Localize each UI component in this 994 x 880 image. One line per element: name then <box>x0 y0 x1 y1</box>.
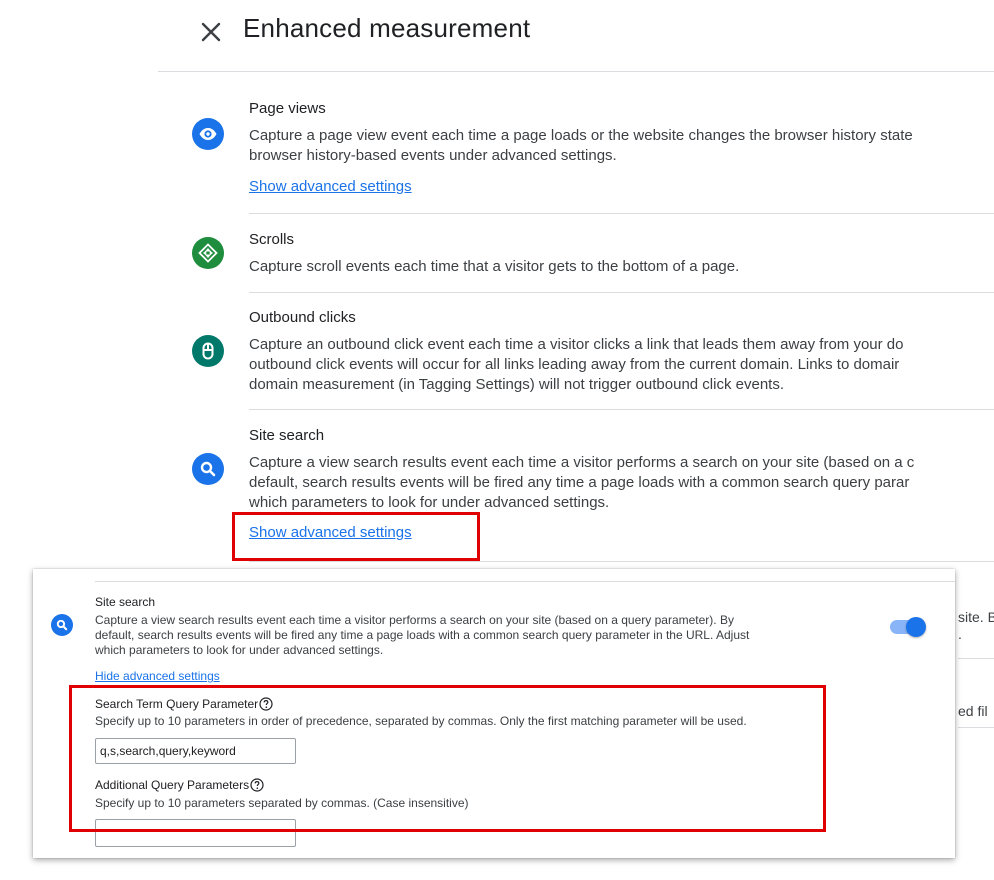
desc-line: browser history-based events under advan… <box>249 147 617 164</box>
divider <box>958 727 994 728</box>
eye-icon <box>192 118 224 150</box>
background-text: . <box>958 626 962 642</box>
background-text: site. B <box>958 609 994 625</box>
divider <box>958 658 994 659</box>
divider <box>95 581 955 582</box>
divider <box>249 292 994 293</box>
toggle-knob <box>906 617 926 637</box>
desc-line: Capture an outbound click event each tim… <box>249 336 904 353</box>
item-title-scrolls: Scrolls <box>249 231 295 248</box>
item-title-outbound-clicks: Outbound clicks <box>249 309 356 326</box>
desc-line: Capture a view search results event each… <box>249 454 915 471</box>
header-divider <box>158 71 994 72</box>
desc-line: default, search results events will be f… <box>249 474 910 491</box>
scroll-icon <box>192 237 224 269</box>
divider <box>249 561 994 562</box>
search-icon <box>51 614 73 636</box>
show-advanced-settings-link[interactable]: Show advanced settings <box>249 178 412 195</box>
highlight-box <box>69 685 826 832</box>
site-search-description: Capture a view search results event each… <box>95 613 749 658</box>
item-desc-outbound-clicks: Capture an outbound click event each tim… <box>249 335 994 395</box>
panel-title: Enhanced measurement <box>243 13 531 43</box>
divider <box>249 213 994 214</box>
desc-line: which parameters to look for under advan… <box>249 494 610 511</box>
site-search-toggle[interactable] <box>888 615 928 639</box>
desc-line: which parameters to look for under advan… <box>95 643 384 657</box>
desc-line: Capture a page view event each time a pa… <box>249 127 913 144</box>
item-title-site-search: Site search <box>249 427 325 444</box>
search-icon <box>192 453 224 485</box>
item-desc-site-search: Capture a view search results event each… <box>249 453 994 513</box>
desc-line: Capture a view search results event each… <box>95 613 734 627</box>
site-search-title: Site search <box>95 595 156 609</box>
close-icon <box>201 22 221 42</box>
highlight-box <box>232 512 480 561</box>
divider <box>249 409 994 410</box>
item-desc-page-views: Capture a page view event each time a pa… <box>249 126 994 166</box>
site-search-settings-card: Site search Capture a view search result… <box>33 569 955 858</box>
mouse-icon <box>192 335 224 367</box>
close-button[interactable] <box>196 12 226 48</box>
desc-line: default, search results events will be f… <box>95 628 750 642</box>
desc-line: domain measurement (in Tagging Settings)… <box>249 376 785 393</box>
item-title-page-views: Page views <box>249 100 326 117</box>
item-desc-scrolls: Capture scroll events each time that a v… <box>249 257 994 277</box>
hide-advanced-settings-link[interactable]: Hide advanced settings <box>95 669 220 683</box>
desc-line: outbound click events will occur for all… <box>249 356 900 373</box>
desc-line: Capture scroll events each time that a v… <box>249 258 740 275</box>
background-text: ed fil <box>958 703 988 719</box>
